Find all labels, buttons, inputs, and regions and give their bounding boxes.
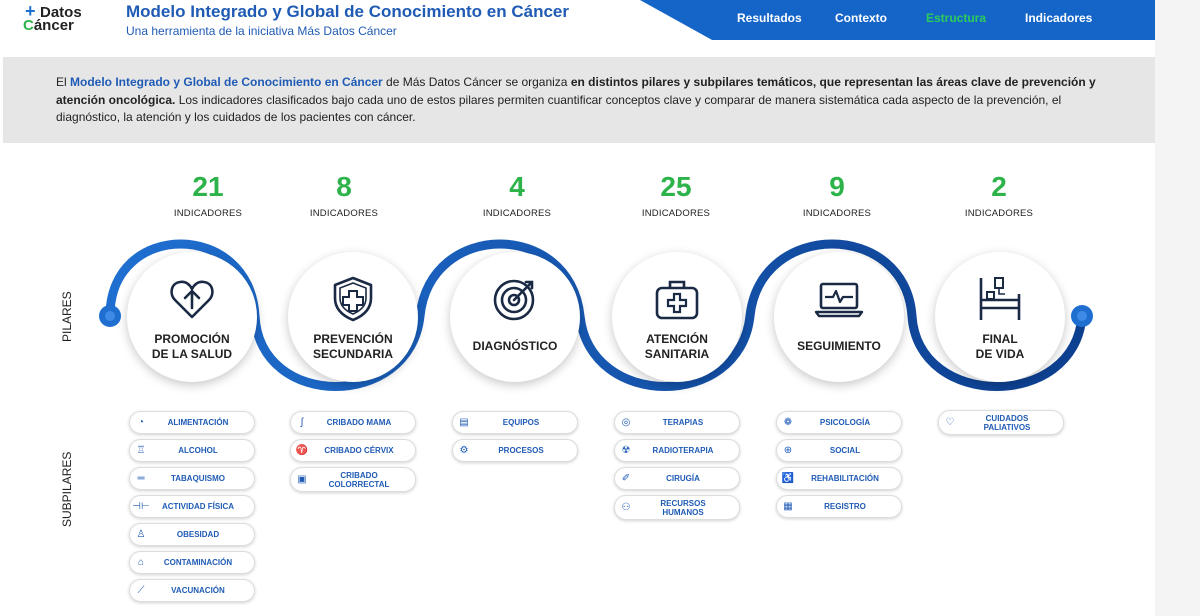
shield-cross-icon <box>333 276 373 322</box>
count-prevencion: 8 INDICADORES <box>309 171 379 220</box>
pillar-title: DIAGNÓSTICO <box>472 339 558 353</box>
intestine-icon: ▣ <box>297 474 307 485</box>
body-icon: ♙ <box>136 529 146 540</box>
subpillar-procesos[interactable]: ⚙ PROCESOS <box>452 439 578 462</box>
cigarette-icon: ═ <box>137 473 145 484</box>
subpillar-cribado-mama[interactable]: ʃ CRIBADO MAMA <box>290 411 416 434</box>
subpillar-cribado-cervix[interactable]: ♈ CRIBADO CÉRVIX <box>290 439 416 462</box>
pillar-title: ATENCIÓN SANITARIA <box>644 332 710 361</box>
count-diagnostico: 4 INDICADORES <box>482 171 552 220</box>
subpillar-radioterapia[interactable]: ☢ RADIOTERAPIA <box>614 439 740 462</box>
hospital-bed-icon <box>979 277 1021 320</box>
subpillar-alimentacion[interactable]: ◔ ALIMENTACIÓN <box>129 411 255 434</box>
pillar-promocion[interactable]: PROMOCIÓN DE LA SALUD <box>127 252 257 382</box>
uterus-icon: ♈ <box>295 445 309 456</box>
subpillar-terapias[interactable]: ◎ TERAPIAS <box>614 411 740 434</box>
pillar-final-vida[interactable]: FINAL DE VIDA <box>935 252 1065 382</box>
count-atencion: 25 INDICADORES <box>641 171 711 220</box>
subpillar-obesidad[interactable]: ♙ OBESIDAD <box>129 523 255 546</box>
subpillar-actividad-fisica[interactable]: ⊣⊢ ACTIVIDAD FÍSICA <box>129 495 255 518</box>
pillar-prevencion[interactable]: PREVENCIÓN SECUNDARIA <box>288 252 418 382</box>
pillar-title: PROMOCIÓN DE LA SALUD <box>151 332 233 361</box>
people-icon: ⚇ <box>621 502 631 513</box>
subpillar-registro[interactable]: ▦ REGISTRO <box>776 495 902 518</box>
count-seguimiento: 9 INDICADORES <box>802 171 872 220</box>
gears-icon: ⚙ <box>459 445 469 456</box>
page-gutter <box>1155 0 1200 616</box>
count-final-vida: 2 INDICADORES <box>964 171 1034 220</box>
document-icon: ▦ <box>783 501 793 512</box>
wheelchair-icon: ♿ <box>781 473 795 484</box>
subpillar-recursos-humanos[interactable]: ⚇ RECURSOS HUMANOS <box>614 495 740 520</box>
subpillar-alcohol[interactable]: ♖ ALCOHOL <box>129 439 255 462</box>
pillar-atencion[interactable]: ATENCIÓN SANITARIA <box>612 252 742 382</box>
scalpel-icon: ✐ <box>621 473 631 484</box>
subpillar-equipos[interactable]: ▤ EQUIPOS <box>452 411 578 434</box>
dumbbell-icon: ⊣⊢ <box>132 501 150 512</box>
pillar-seguimiento[interactable]: SEGUIMIENTO <box>774 252 904 382</box>
subpillar-cuidados-paliativos[interactable]: ♡ CUIDADOS PALIATIVOS <box>938 410 1064 435</box>
monitor-icon: ▤ <box>459 417 469 428</box>
radiation-icon: ☢ <box>621 445 631 456</box>
subpillar-tabaquismo[interactable]: ═ TABAQUISMO <box>129 467 255 490</box>
subpillar-psicologia[interactable]: ❁ PSICOLOGÍA <box>776 411 902 434</box>
pillar-title: PREVENCIÓN SECUNDARIA <box>312 332 393 361</box>
subpillar-contaminacion[interactable]: ⌂ CONTAMINACIÓN <box>129 551 255 574</box>
factory-icon: ⌂ <box>137 557 145 568</box>
pillar-diagnostico[interactable]: DIAGNÓSTICO <box>450 252 580 382</box>
subpillar-social[interactable]: ⊕ SOCIAL <box>776 439 902 462</box>
subpillar-cirugia[interactable]: ✐ CIRUGÍA <box>614 467 740 490</box>
laptop-pulse-icon <box>814 282 864 318</box>
subpillar-cribado-colorrectal[interactable]: ▣ CRIBADO COLORRECTAL <box>290 467 416 492</box>
pill-icon: ◎ <box>621 417 631 428</box>
syringe-icon: ⟋ <box>137 585 145 596</box>
heart-arrow-icon <box>170 280 214 319</box>
count-promocion: 21 INDICADORES <box>173 171 243 220</box>
subpillar-rehabilitacion[interactable]: ♿ REHABILITACIÓN <box>776 467 902 490</box>
apple-icon: ◔ <box>137 417 145 428</box>
globe-icon: ⊕ <box>783 445 793 456</box>
pillar-title: SEGUIMIENTO <box>797 339 881 353</box>
ribbon-icon: ʃ <box>300 417 304 428</box>
subpillar-vacunacion[interactable]: ⟋ VACUNACIÓN <box>129 579 255 602</box>
bottle-icon: ♖ <box>136 445 146 456</box>
brain-icon: ❁ <box>783 417 793 428</box>
subpillars-label: SUBPILARES <box>60 451 74 527</box>
pillar-title: FINAL DE VIDA <box>975 332 1025 361</box>
target-icon <box>493 279 535 321</box>
heart-hand-icon: ♡ <box>945 417 955 428</box>
medkit-icon <box>655 280 699 320</box>
